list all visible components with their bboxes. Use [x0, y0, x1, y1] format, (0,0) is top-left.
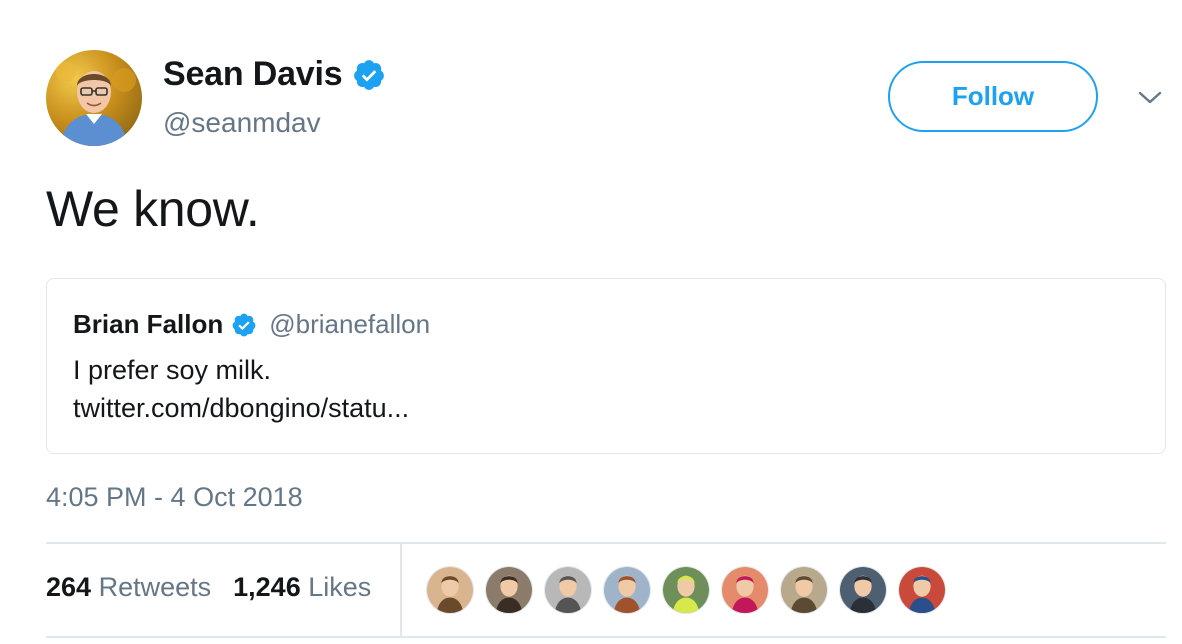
tweet-card: Sean Davis @seanmdav Follow We know. Bri…	[0, 0, 1182, 644]
retweets-count: 264	[46, 572, 92, 602]
verified-badge-icon	[352, 58, 386, 92]
liker-avatar-icon	[663, 567, 709, 613]
tweet-timestamp[interactable]: 4:05 PM - 4 Oct 2018	[46, 482, 303, 513]
liker-avatar-icon	[486, 567, 532, 613]
stats-divider-vertical	[400, 543, 402, 636]
profile-photo-icon	[56, 62, 136, 146]
liker-avatar[interactable]	[780, 566, 828, 614]
liker-avatar-icon	[427, 567, 473, 613]
tweet-stats: 264 Retweets 1,246 Likes	[46, 572, 371, 603]
liker-avatar-icon	[840, 567, 886, 613]
liker-avatar[interactable]	[485, 566, 533, 614]
follow-button[interactable]: Follow	[888, 61, 1098, 132]
liker-avatar-icon	[604, 567, 650, 613]
quoted-tweet[interactable]: Brian Fallon @brianefallon I prefer soy …	[46, 278, 1166, 454]
liker-avatar[interactable]	[721, 566, 769, 614]
quoted-author-name: Brian Fallon	[73, 309, 224, 339]
verified-badge-icon	[231, 312, 257, 338]
tweet-text: We know.	[46, 181, 260, 237]
liker-avatar[interactable]	[603, 566, 651, 614]
liker-avatar[interactable]	[544, 566, 592, 614]
author-handle[interactable]: @seanmdav	[163, 107, 321, 139]
retweets-stat[interactable]: 264 Retweets	[46, 572, 211, 603]
quoted-tweet-link[interactable]: twitter.com/dbongino/statu...	[73, 393, 409, 424]
likes-stat[interactable]: 1,246 Likes	[233, 572, 371, 603]
chevron-down-icon[interactable]	[1136, 88, 1164, 108]
quoted-tweet-text: I prefer soy milk.	[73, 355, 272, 385]
liker-avatar[interactable]	[898, 566, 946, 614]
likes-count: 1,246	[233, 572, 301, 602]
likers-avatars	[426, 566, 946, 614]
likes-label: Likes	[308, 572, 372, 602]
stats-divider-top	[46, 542, 1166, 544]
liker-avatar-icon	[781, 567, 827, 613]
liker-avatar-icon	[545, 567, 591, 613]
author-name[interactable]: Sean Davis	[163, 55, 343, 94]
liker-avatar-icon	[722, 567, 768, 613]
liker-avatar[interactable]	[662, 566, 710, 614]
retweets-label: Retweets	[98, 572, 212, 602]
stats-divider-bottom	[46, 636, 1166, 638]
quoted-tweet-header: Brian Fallon @brianefallon	[73, 309, 430, 340]
liker-avatar-icon	[899, 567, 945, 613]
author-avatar[interactable]	[46, 50, 142, 146]
author-name-row[interactable]: Sean Davis	[163, 55, 386, 94]
liker-avatar[interactable]	[426, 566, 474, 614]
quoted-author-handle: @brianefallon	[269, 309, 431, 339]
liker-avatar[interactable]	[839, 566, 887, 614]
